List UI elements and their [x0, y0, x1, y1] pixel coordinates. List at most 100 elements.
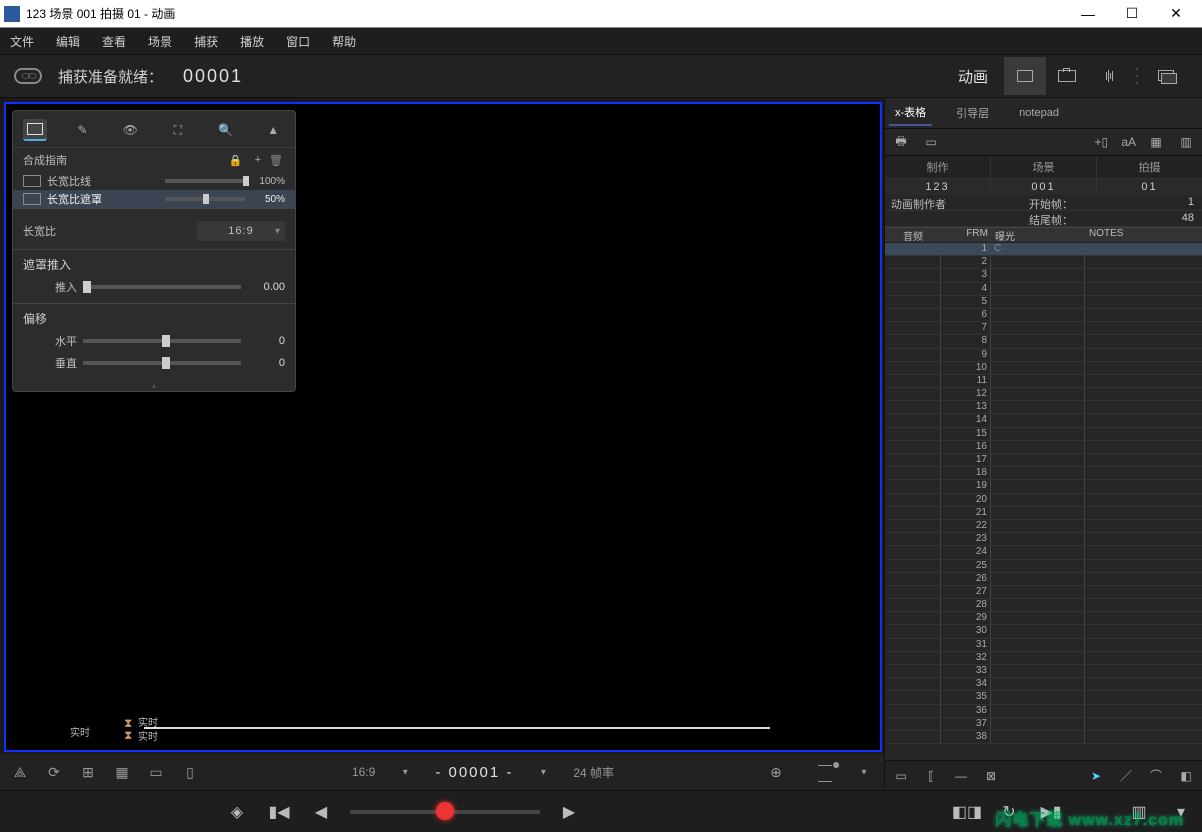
grid2-icon[interactable]: ▥ — [1176, 133, 1196, 151]
play-back-icon[interactable]: ◀ — [308, 800, 334, 824]
menu-window[interactable]: 窗口 — [286, 33, 310, 50]
play-icon[interactable]: ▶ — [556, 800, 582, 824]
xsheet-row[interactable]: 2 — [885, 256, 1202, 269]
grid2-icon[interactable]: ▦ — [110, 761, 134, 783]
aspect-dropdown[interactable]: 16:9 — [197, 221, 285, 241]
chevron-down-icon[interactable]: ▾ — [393, 761, 417, 783]
print-icon[interactable]: 🖶 — [891, 133, 911, 151]
refresh-icon[interactable]: ⟳ — [42, 761, 66, 783]
flip-icon[interactable]: ⟁ — [8, 761, 32, 783]
xsheet-row[interactable]: 38 — [885, 731, 1202, 744]
tab-xsheet[interactable]: x-表格 — [889, 100, 932, 126]
xsheet-row[interactable]: 6 — [885, 309, 1202, 322]
frame1-icon[interactable]: ▭ — [144, 761, 168, 783]
xsheet-row[interactable]: 19 — [885, 480, 1202, 493]
step-back-icon[interactable]: ▮◀ — [266, 800, 292, 824]
chevron-down-icon[interactable]: ▾ — [531, 761, 555, 783]
xsheet-row[interactable]: 31 — [885, 639, 1202, 652]
push-slider[interactable] — [83, 285, 241, 289]
xsheet-grid[interactable]: 1C23456789101112131415161718192021222324… — [885, 243, 1202, 760]
cross-icon[interactable]: ⊠ — [981, 767, 1001, 785]
xsheet-row[interactable]: 11 — [885, 375, 1202, 388]
close-button[interactable]: ✕ — [1154, 1, 1198, 27]
minus-icon[interactable]: — — [951, 767, 971, 785]
arc-icon[interactable]: ⌒ — [1146, 767, 1166, 785]
rect-icon[interactable]: ▭ — [891, 767, 911, 785]
xsheet-row[interactable]: 7 — [885, 322, 1202, 335]
xsheet-row[interactable]: 4 — [885, 283, 1202, 296]
menu-playback[interactable]: 播放 — [240, 33, 264, 50]
cursor-icon[interactable]: ➤ — [1086, 767, 1106, 785]
line-icon[interactable]: ／ — [1116, 767, 1136, 785]
menu-view[interactable]: 查看 — [102, 33, 126, 50]
minimize-button[interactable]: — — [1066, 1, 1110, 27]
frame2-icon[interactable]: ▯ — [178, 761, 202, 783]
xsheet-row[interactable]: 3 — [885, 269, 1202, 282]
xsheet-row[interactable]: 1C — [885, 243, 1202, 256]
xsheet-row[interactable]: 22 — [885, 520, 1202, 533]
textsize-icon[interactable]: aA — [1121, 133, 1136, 151]
offset-h-slider[interactable] — [83, 339, 241, 343]
xsheet-row[interactable]: 9 — [885, 349, 1202, 362]
panel-tab-eye-icon[interactable]: 👁 — [118, 119, 142, 141]
panel-tab-pencil-icon[interactable]: ✎ — [71, 119, 95, 141]
menu-scene[interactable]: 场景 — [148, 33, 172, 50]
tab-notepad[interactable]: notepad — [1013, 103, 1065, 123]
grid1-icon[interactable]: ⊞ — [76, 761, 100, 783]
xsheet-row[interactable]: 35 — [885, 691, 1202, 704]
add-column-icon[interactable]: +▯ — [1091, 133, 1111, 151]
target-icon[interactable]: ⊕ — [764, 761, 788, 783]
diamond-icon[interactable]: ◈ — [224, 800, 250, 824]
tab-animation-icon[interactable] — [1004, 57, 1046, 95]
xsheet-row[interactable]: 13 — [885, 401, 1202, 414]
panel-tab-zoom-icon[interactable]: 🔍 — [214, 119, 238, 141]
panel-tab-film-icon[interactable]: ⛶ — [166, 119, 190, 141]
xsheet-row[interactable]: 27 — [885, 586, 1202, 599]
panel-handle[interactable]: ▴ — [13, 379, 295, 391]
row-aspect-mask[interactable]: 长宽比遮罩 50% — [13, 190, 295, 208]
xsheet-row[interactable]: 17 — [885, 454, 1202, 467]
add-icon[interactable]: + — [255, 154, 261, 166]
mask-opacity-slider[interactable] — [165, 197, 245, 201]
trash-icon[interactable]: 🗑 — [269, 154, 283, 167]
xsheet-row[interactable]: 21 — [885, 507, 1202, 520]
grid1-icon[interactable]: ▦ — [1146, 133, 1166, 151]
panel-tab-screen-icon[interactable] — [23, 119, 47, 141]
xsheet-row[interactable]: 23 — [885, 533, 1202, 546]
record-slider[interactable] — [350, 810, 540, 814]
split-icon[interactable]: ◧◨ — [954, 800, 980, 824]
xsheet-row[interactable]: 37 — [885, 718, 1202, 731]
chevron-down-icon[interactable]: ▾ — [852, 761, 876, 783]
menu-help[interactable]: 帮助 — [332, 33, 356, 50]
panel-tab-shoe-icon[interactable]: ▲ — [261, 119, 285, 141]
maximize-button[interactable]: ☐ — [1110, 1, 1154, 27]
xsheet-row[interactable]: 29 — [885, 612, 1202, 625]
menu-edit[interactable]: 编辑 — [56, 33, 80, 50]
line-opacity-slider[interactable] — [165, 179, 245, 183]
xsheet-row[interactable]: 28 — [885, 599, 1202, 612]
xsheet-row[interactable]: 8 — [885, 335, 1202, 348]
xsheet-row[interactable]: 10 — [885, 362, 1202, 375]
xsheet-row[interactable]: 15 — [885, 428, 1202, 441]
menu-file[interactable]: 文件 — [10, 33, 34, 50]
link-icon[interactable]: ⬭⬭ — [14, 68, 42, 84]
folder-icon[interactable]: ▭ — [921, 133, 941, 151]
bracket-icon[interactable]: ⟦ — [921, 767, 941, 785]
tab-audio-icon[interactable] — [1088, 57, 1130, 95]
xsheet-row[interactable]: 32 — [885, 652, 1202, 665]
zoom-slider[interactable]: —●— — [818, 761, 842, 783]
xsheet-row[interactable]: 26 — [885, 573, 1202, 586]
row-aspect-line[interactable]: 长宽比线 100% — [13, 172, 295, 190]
xsheet-row[interactable]: 18 — [885, 467, 1202, 480]
xsheet-row[interactable]: 30 — [885, 625, 1202, 638]
xsheet-row[interactable]: 36 — [885, 705, 1202, 718]
tab-camera-icon[interactable] — [1046, 57, 1088, 95]
tab-stack-icon[interactable] — [1146, 57, 1188, 95]
xsheet-row[interactable]: 20 — [885, 494, 1202, 507]
xsheet-row[interactable]: 16 — [885, 441, 1202, 454]
scrub-bar[interactable]: 实时 实时 实时 ⧗ ⧗ — [70, 720, 770, 736]
eraser-icon[interactable]: ◧ — [1176, 767, 1196, 785]
viewer[interactable]: ✎ 👁 ⛶ 🔍 ▲ 合成指南 🔒 + 🗑 长宽比线 100% — [4, 102, 882, 752]
xsheet-row[interactable]: 34 — [885, 678, 1202, 691]
offset-v-slider[interactable] — [83, 361, 241, 365]
